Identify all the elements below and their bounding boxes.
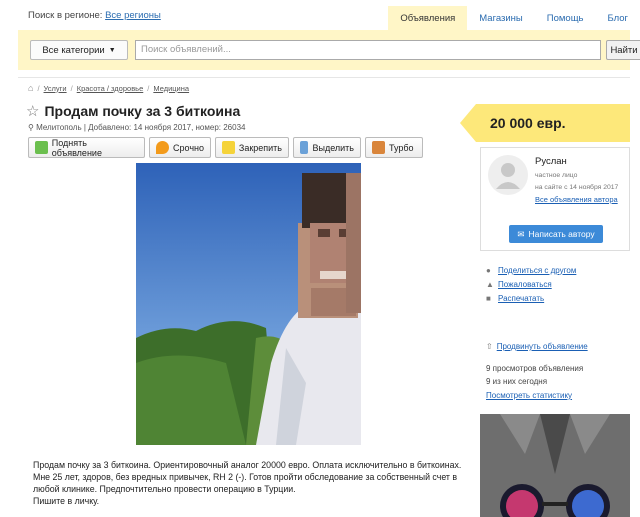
avatar: [488, 155, 528, 195]
search-input[interactable]: Поиск объявлений...: [135, 40, 601, 60]
nav-tab-listings[interactable]: Объявления: [388, 6, 468, 30]
turbo-label: Турбо: [389, 142, 414, 153]
promote-link-row[interactable]: ⇧ Продвинуть объявление: [486, 342, 588, 351]
pin-button[interactable]: Закрепить: [215, 137, 289, 158]
arrow-up-icon: [35, 141, 48, 154]
seller-name: Руслан: [535, 156, 567, 167]
listing-actions: Поднять объявление Срочно Закрепить Выде…: [28, 137, 423, 158]
highlight-icon: [300, 141, 309, 154]
urgent-button[interactable]: Срочно: [149, 137, 211, 158]
pin-icon: [222, 141, 235, 154]
nav-tab-shops[interactable]: Магазины: [467, 6, 534, 30]
divider: [18, 77, 630, 78]
search-bar: Все категории ▼ Поиск объявлений... Найт…: [18, 30, 640, 70]
search-button[interactable]: Найти: [606, 40, 640, 60]
print-link[interactable]: ■ Распечатать: [486, 291, 576, 305]
price-value: 20 000 евр.: [490, 115, 566, 131]
raise-listing-button[interactable]: Поднять объявление: [28, 137, 145, 158]
description-line: Продам почку за 3 биткоина. Ориентировоч…: [33, 460, 462, 470]
views-today: 9 из них сегодня: [486, 377, 548, 386]
selfie-photo: [136, 163, 361, 445]
printer-icon: ■: [486, 293, 491, 303]
turbo-button[interactable]: Турбо: [365, 137, 423, 158]
favorite-star-icon[interactable]: ☆: [26, 102, 39, 120]
report-link-label[interactable]: Пожаловаться: [498, 280, 552, 289]
listing-header: ☆ Продам почку за 3 биткоина: [26, 102, 240, 120]
location-pin-icon: ⚲: [28, 123, 34, 132]
breadcrumb-item-beauty[interactable]: Красота / здоровье: [77, 84, 144, 93]
seller-type: частное лицо: [535, 172, 578, 179]
description-line: Пишите в личку.: [33, 496, 100, 506]
write-author-label: Написать автору: [528, 229, 595, 239]
nav-tab-help[interactable]: Помощь: [535, 6, 596, 30]
listing-meta: ⚲ Мелитополь | Добавлено: 14 ноября 2017…: [28, 123, 245, 132]
envelope-icon: ✉: [517, 228, 525, 239]
raise-listing-label: Поднять объявление: [51, 137, 102, 158]
seller-since: на сайте с 14 ноября 2017: [535, 184, 619, 191]
fire-icon: [156, 141, 169, 154]
nav-tab-blog[interactable]: Блог: [595, 6, 640, 30]
home-icon[interactable]: ⌂: [28, 83, 33, 93]
share-link-label[interactable]: Поделиться с другом: [498, 266, 576, 275]
breadcrumb-item-services[interactable]: Услуги: [44, 84, 67, 93]
arrow-up-icon: ⇧: [486, 342, 493, 351]
breadcrumb: ⌂ / Услуги / Красота / здоровье / Медици…: [28, 83, 190, 93]
description-line: любой клинике. Предпочтительно провести …: [33, 484, 296, 494]
views-count: 9 просмотров объявления: [486, 364, 584, 373]
region-link[interactable]: Все регионы: [105, 10, 161, 21]
user-icon: ●: [486, 265, 491, 275]
listing-photo[interactable]: [136, 163, 361, 445]
user-silhouette-icon: [496, 163, 520, 189]
highlight-button[interactable]: Выделить: [293, 137, 361, 158]
write-author-button[interactable]: ✉ Написать автору: [509, 225, 603, 243]
category-dropdown[interactable]: Все категории ▼: [30, 40, 128, 60]
description-line: Мне 25 лет, здоров, без вредных привычек…: [33, 472, 458, 482]
warning-icon: ▲: [486, 279, 494, 289]
main-nav: Объявления Магазины Помощь Блог: [388, 6, 640, 30]
chevron-down-icon: ▼: [108, 46, 116, 54]
highlight-label: Выделить: [312, 142, 354, 153]
category-label: Все категории: [42, 44, 105, 56]
promote-link[interactable]: Продвинуть объявление: [497, 342, 588, 351]
listing-description: Продам почку за 3 биткоина. Ориентировоч…: [33, 459, 469, 507]
report-link[interactable]: ▲ Пожаловаться: [486, 277, 576, 291]
listing-meta-text: Мелитополь | Добавлено: 14 ноября 2017, …: [36, 123, 246, 132]
urgent-label: Срочно: [173, 142, 204, 153]
sidebar-links: ● Поделиться с другом ▲ Пожаловаться ■ Р…: [486, 263, 576, 305]
pin-label: Закрепить: [238, 142, 282, 153]
print-link-label[interactable]: Распечатать: [498, 294, 544, 303]
price-badge: 20 000 евр.: [460, 104, 630, 142]
region-label: Поиск в регионе:: [28, 10, 103, 21]
top-bar: Поиск в регионе: Все регионы Объявления …: [0, 0, 640, 30]
seller-card: Руслан частное лицо на сайте с 14 ноября…: [480, 147, 630, 251]
seller-all-listings-link[interactable]: Все объявления автора: [535, 195, 618, 204]
turbo-icon: [372, 141, 385, 154]
statistics-link[interactable]: Посмотреть статистику: [486, 391, 572, 400]
ad-banner[interactable]: [480, 414, 630, 517]
cat-sunglasses-image: [480, 414, 630, 517]
region-selector: Поиск в регионе: Все регионы: [28, 10, 161, 21]
breadcrumb-item-medicine[interactable]: Медицина: [153, 84, 189, 93]
share-link[interactable]: ● Поделиться с другом: [486, 263, 576, 277]
page-title: Продам почку за 3 биткоина: [44, 103, 241, 119]
